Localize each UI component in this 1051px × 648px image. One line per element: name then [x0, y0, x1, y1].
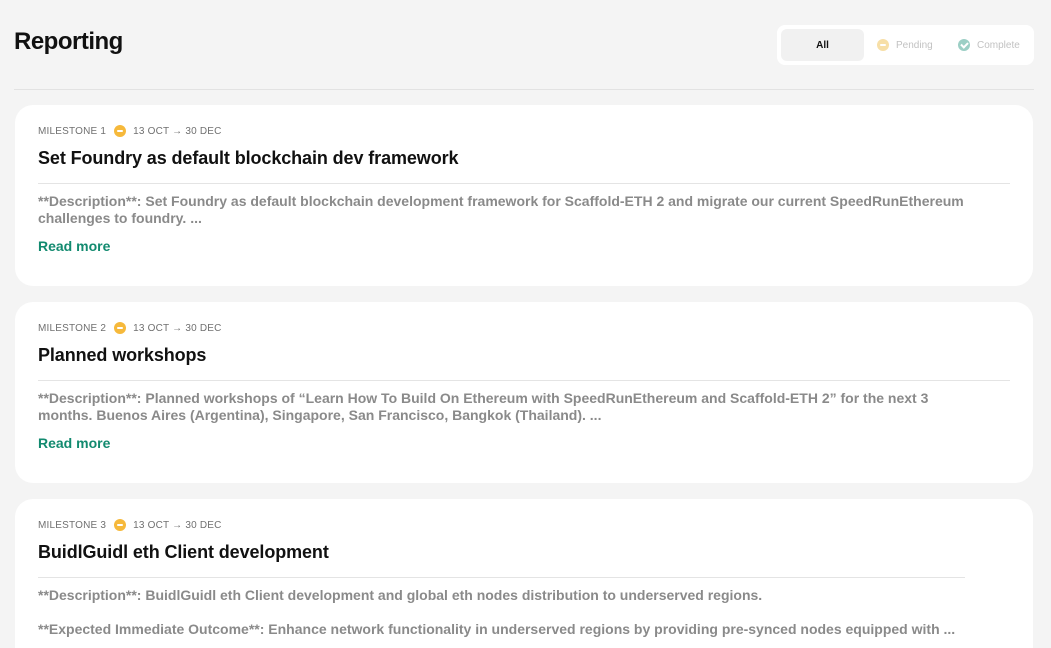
- pending-icon: [114, 519, 127, 531]
- filter-complete-button[interactable]: Complete: [958, 29, 1030, 61]
- milestone-date-range: 13 OCT → 30 DEC: [133, 519, 222, 531]
- status-filter-group: All Pending Complete: [777, 25, 1034, 65]
- milestone-description: **Description**: Planned workshops of “L…: [38, 390, 929, 423]
- filter-complete-label: Complete: [977, 39, 1020, 51]
- milestone-title: Set Foundry as default blockchain dev fr…: [38, 148, 459, 168]
- pending-icon: [114, 125, 127, 137]
- milestone-card: MILESTONE 3 13 OCT → 30 DEC BuidlGuidl e…: [15, 499, 1033, 648]
- milestone-card: MILESTONE 2 13 OCT → 30 DEC Planned work…: [15, 302, 1033, 483]
- read-more-link[interactable]: Read more: [38, 435, 110, 451]
- filter-pending-button[interactable]: Pending: [877, 29, 943, 61]
- reporting-page: Reporting All Pending Complete MILESTONE…: [0, 0, 1051, 648]
- milestone-description: **Description**: BuidlGuidl eth Client d…: [38, 587, 763, 603]
- check-circle-icon: [958, 39, 970, 51]
- milestone-meta: MILESTONE 1 13 OCT → 30 DEC: [38, 125, 222, 137]
- milestone-date-range: 13 OCT → 30 DEC: [133, 125, 222, 137]
- milestone-description: **Description**: Set Foundry as default …: [38, 193, 964, 226]
- milestone-meta: MILESTONE 3 13 OCT → 30 DEC: [38, 519, 222, 531]
- milestone-label: MILESTONE 2: [38, 322, 107, 334]
- pending-icon: [877, 39, 889, 51]
- filter-all-button[interactable]: All: [781, 29, 864, 61]
- milestone-label: MILESTONE 3: [38, 519, 107, 531]
- read-more-link[interactable]: Read more: [38, 238, 110, 254]
- page-header: Reporting All Pending Complete: [14, 0, 1034, 90]
- pending-icon: [114, 322, 127, 334]
- filter-pending-label: Pending: [896, 39, 933, 51]
- milestone-title: Planned workshops: [38, 345, 207, 365]
- page-title: Reporting: [14, 28, 123, 55]
- milestone-expected-outcome: **Expected Immediate Outcome**: Enhance …: [38, 621, 956, 637]
- card-divider: [38, 577, 965, 578]
- card-divider: [38, 380, 1010, 381]
- milestone-title: BuidlGuidl eth Client development: [38, 542, 329, 562]
- filter-all-label: All: [816, 39, 829, 51]
- card-divider: [38, 183, 1010, 184]
- milestone-label: MILESTONE 1: [38, 125, 107, 137]
- milestone-date-range: 13 OCT → 30 DEC: [133, 322, 222, 334]
- milestone-card: MILESTONE 1 13 OCT → 30 DEC Set Foundry …: [15, 105, 1033, 286]
- milestone-meta: MILESTONE 2 13 OCT → 30 DEC: [38, 322, 222, 334]
